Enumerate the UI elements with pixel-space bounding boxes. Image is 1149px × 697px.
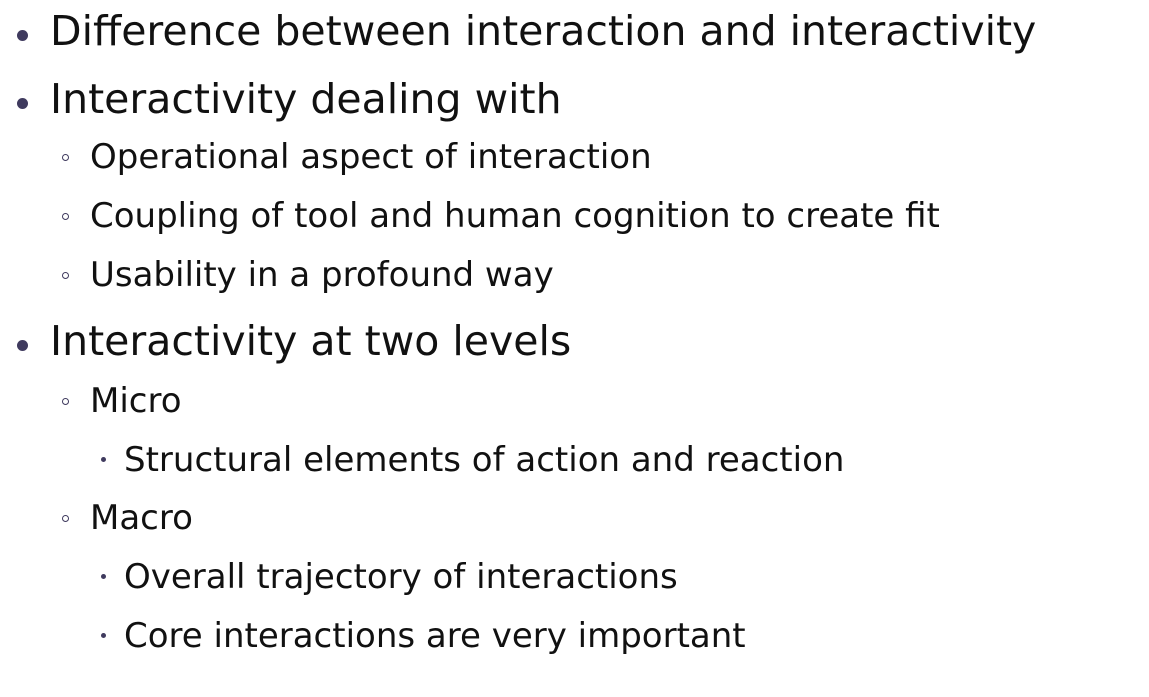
- bullet-text: Difference between interaction and inter…: [50, 7, 1037, 55]
- small-dot-bullet-icon: [101, 633, 106, 638]
- sub-sub-bullet-text: Structural elements of action and reacti…: [124, 440, 845, 480]
- bullet-text: Interactivity at two levels: [50, 317, 572, 365]
- small-dot-bullet-icon: [101, 457, 106, 462]
- bullet-dot-icon: [17, 30, 28, 41]
- sub-bullet-text: Macro: [90, 498, 193, 538]
- sub-bullet-text: Coupling of tool and human cognition to …: [90, 196, 940, 236]
- sub-bullet-text: Operational aspect of interaction: [90, 137, 652, 177]
- hollow-circle-bullet-icon: [62, 154, 69, 161]
- hollow-circle-bullet-icon: [62, 272, 69, 279]
- small-dot-bullet-icon: [101, 574, 106, 579]
- hollow-circle-bullet-icon: [62, 515, 69, 522]
- sub-bullet-text: Micro: [90, 381, 182, 421]
- slide-content: Difference between interaction and inter…: [0, 0, 1149, 697]
- bullet-text: Interactivity dealing with: [50, 75, 562, 123]
- hollow-circle-bullet-icon: [62, 398, 69, 405]
- bullet-dot-icon: [17, 340, 28, 351]
- bullet-dot-icon: [17, 98, 28, 109]
- sub-sub-bullet-text: Overall trajectory of interactions: [124, 557, 678, 597]
- hollow-circle-bullet-icon: [62, 213, 69, 220]
- sub-sub-bullet-text: Core interactions are very important: [124, 616, 746, 656]
- sub-bullet-text: Usability in a profound way: [90, 255, 554, 295]
